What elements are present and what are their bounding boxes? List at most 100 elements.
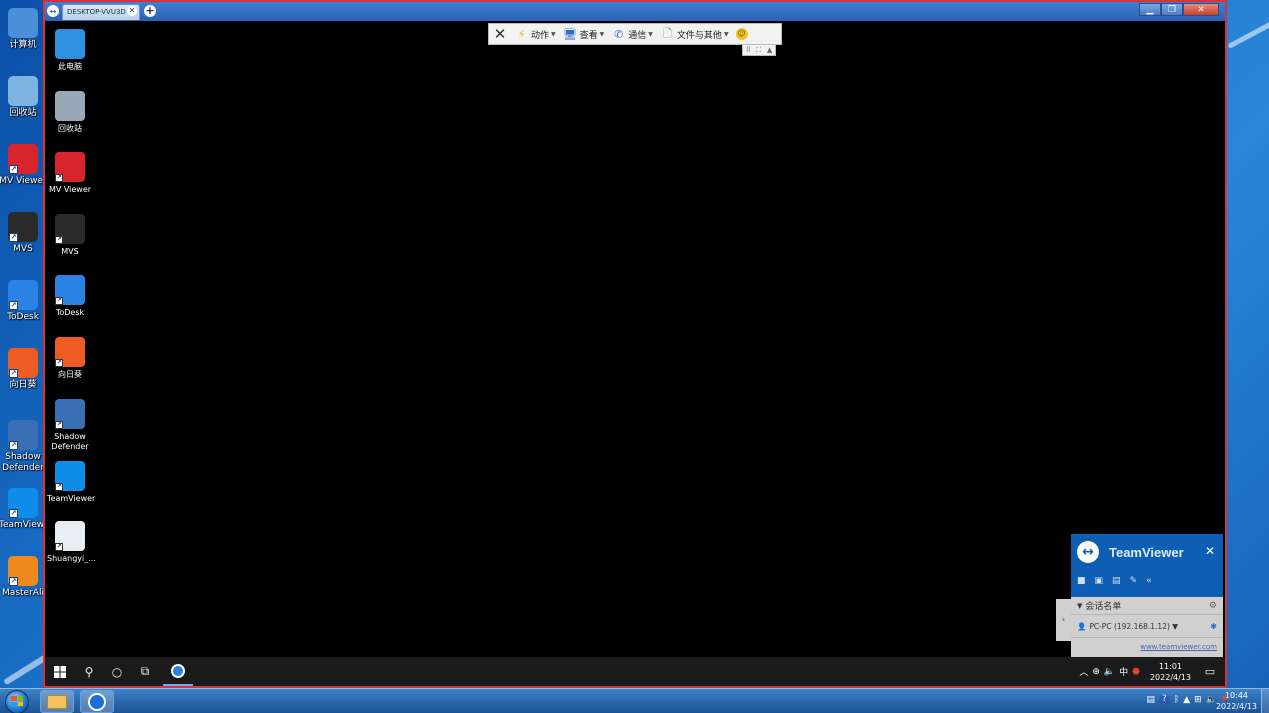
show-desktop-button[interactable] [1261,689,1269,713]
toolbar-view-menu[interactable]: 🖥 查看 ▼ [560,24,609,44]
gear-icon[interactable]: ⚙ [1209,601,1217,611]
file-transfer-icon[interactable]: ▤ [1112,576,1121,586]
host-desktop-icon-teamviewer[interactable]: ↗ TeamViewer [0,488,53,531]
notification-icon[interactable]: ▭ [1201,665,1219,678]
host-desktop-icon-mvs[interactable]: ↗ MVS [0,212,47,255]
remote-desktop-icon-recycle-bin[interactable]: 回收站 [47,91,93,134]
teamviewer-link[interactable]: www.teamviewer.com [1071,637,1223,657]
shadow-defender-icon: ↗ [8,420,38,450]
remote-desktop-icon-label: 回收站 [58,124,82,133]
remote-desktop-icon-label: 向日葵 [58,370,82,379]
tab-close-icon[interactable]: ✕ [127,6,137,16]
remote-desktop-icon-this-pc[interactable]: 此电脑 [47,29,93,72]
teamviewer-icon: ↗ [55,461,85,491]
video-icon[interactable]: ■ [1077,576,1086,586]
toolbar-files-label: 文件与其他 [676,30,722,41]
monitor-icon: 🖥 [563,27,578,41]
printer-icon[interactable]: ▤ [1146,695,1155,705]
session-list-title: 会话名单 [1085,602,1122,612]
host-desktop-icon-masterali[interactable]: ↗ MasterAli [0,556,47,599]
shortcut-arrow-icon: ↗ [55,359,63,367]
sunlogin-icon: ↗ [8,348,38,378]
remote-desktop-icon-label: ToDesk [55,308,85,317]
session-item-label: PC-PC (192.168.1.12) ▼ [1089,621,1179,631]
remote-desktop-icon-mv-viewer[interactable]: ↗ MV Viewer [47,152,93,195]
remote-desktop-icon-label: Shuangyi_... [47,554,96,563]
shortcut-arrow-icon: ↗ [9,369,18,378]
network-icon[interactable]: ⊕ [1092,667,1100,677]
host-clock-time: 10:44 [1224,691,1249,700]
shortcut-arrow-icon: ↗ [9,509,18,518]
feedback-smile-icon[interactable]: ☺ [735,28,748,40]
tab-add-icon[interactable]: + [144,5,156,17]
remote-desktop-icon-label: MV Viewer [48,185,92,194]
user-icon: 👤 [1077,621,1087,631]
chevron-down-icon: ▼ [551,30,556,38]
remote-clock-date: 2022/4/13 [1149,672,1191,682]
teamviewer-icon [171,663,185,678]
minimize-button[interactable]: ▁ [1139,3,1161,16]
toolbar-close-icon[interactable]: ✕ [489,24,511,44]
remote-session-window[interactable]: ↔ DESKTOP-VVU3D ✕ + ▁ ❐ ✕ ✕ ⚡ 动作 ▼ 🖥 查看 … [43,0,1227,688]
remote-start-button[interactable] [45,665,75,678]
maximize-button[interactable]: ❐ [1161,3,1183,16]
close-window-button[interactable]: ✕ [1183,3,1219,16]
toolbar-communicate-menu[interactable]: ✆ 通信 ▼ [608,24,657,44]
todesk-icon: ↗ [55,275,85,305]
search-icon[interactable]: ⚲ [75,665,103,679]
host-desktop-icon-shadow-defender[interactable]: ↗ Shadow Defender [0,420,47,474]
panel-expand-tab[interactable]: › [1056,599,1071,641]
taskbar-teamviewer-app[interactable] [80,690,114,713]
chevron-up-icon[interactable]: ▲ [1183,695,1190,705]
tool-icon[interactable]: ✎ [1130,576,1138,586]
remote-desktop-icon-todesk[interactable]: ↗ ToDesk [47,275,93,318]
remote-desktop-icon-shadow-defender[interactable]: ↗ Shadow Defender [47,399,93,452]
taskbar-explorer-app[interactable] [40,690,74,713]
computer-icon [8,8,38,38]
host-desktop-icon-mv-viewer[interactable]: ↗ MV Viewer [0,144,47,187]
chevron-up-icon[interactable]: ▲ [767,46,772,54]
fullscreen-icon[interactable]: ⛶ [756,46,761,55]
session-list-item[interactable]: 👤 PC-PC (192.168.1.12) ▼ ✱ [1071,615,1223,637]
remote-titlebar[interactable]: ↔ DESKTOP-VVU3D ✕ + ▁ ❐ ✕ [45,2,1225,21]
host-desktop-icon-label: 计算机 [9,40,37,50]
mvs-icon: ↗ [55,214,85,244]
host-desktop-icon-sunlogin[interactable]: ↗ 向日葵 [0,348,47,391]
help-icon[interactable]: ? [1158,694,1170,705]
host-clock[interactable]: 10:44 2022/4/13 [1216,690,1257,712]
session-list-header[interactable]: ▼ 会话名单 ⚙ [1071,597,1223,615]
volume-icon[interactable]: 🔈 [1104,667,1115,677]
host-desktop-icon-label: MV Viewer [0,176,47,186]
lightning-icon: ⚡ [517,27,526,41]
pin-icon[interactable]: ✱ [1210,622,1217,631]
toolbar-files-menu[interactable]: 🗋 文件与其他 ▼ [657,24,733,44]
network-icon[interactable]: ⊞ [1194,695,1202,705]
antivirus-icon[interactable]: ⬣ [1132,667,1140,677]
panel-close-icon[interactable]: ✕ [1205,544,1215,558]
remote-desktop-icon-teamviewer[interactable]: ↗ TeamViewer [47,461,95,504]
remote-desktop-icon-shuangyi[interactable]: ↗ Shuangyi_... [47,521,96,564]
remote-screen[interactable]: ✕ ⚡ 动作 ▼ 🖥 查看 ▼ ✆ 通信 ▼ 🗋 文件与其他 ▼ ☺ ⠿ ⛶ ▲… [45,21,1225,659]
teamviewer-icon [88,692,106,711]
bluetooth-icon[interactable]: ᛒ [1174,695,1179,705]
ime-indicator[interactable]: 中 [1119,665,1128,678]
collapse-icon[interactable]: « [1146,576,1152,586]
chat-icon[interactable]: ▣ [1095,576,1104,586]
cortana-icon[interactable]: ○ [103,665,131,679]
remote-desktop-icon-mvs[interactable]: ↗ MVS [47,214,93,257]
shortcut-arrow-icon: ↗ [9,301,18,310]
host-desktop-icon-todesk[interactable]: ↗ ToDesk [0,280,47,323]
host-desktop-icon-label: MVS [13,244,33,254]
chevron-up-icon[interactable]: ︿ [1079,665,1088,678]
task-view-icon[interactable]: ⧉ [131,664,159,679]
shortcut-arrow-icon: ↗ [55,483,63,491]
remote-clock[interactable]: 11:01 2022/4/13 [1150,661,1191,683]
remote-desktop-icon-sunlogin[interactable]: ↗ 向日葵 [47,337,93,380]
teamviewer-panel-title: TeamViewer [1109,544,1184,560]
grip-icon[interactable]: ⠿ [746,46,751,54]
host-desktop-icon-recycle-bin[interactable]: 回收站 [0,76,47,119]
host-desktop-icon-computer[interactable]: 计算机 [0,8,47,51]
host-desktop-icon-label: 向日葵 [9,380,37,390]
taskbar-teamviewer-app[interactable] [163,657,193,686]
toolbar-actions-menu[interactable]: ⚡ 动作 ▼ [511,24,560,44]
